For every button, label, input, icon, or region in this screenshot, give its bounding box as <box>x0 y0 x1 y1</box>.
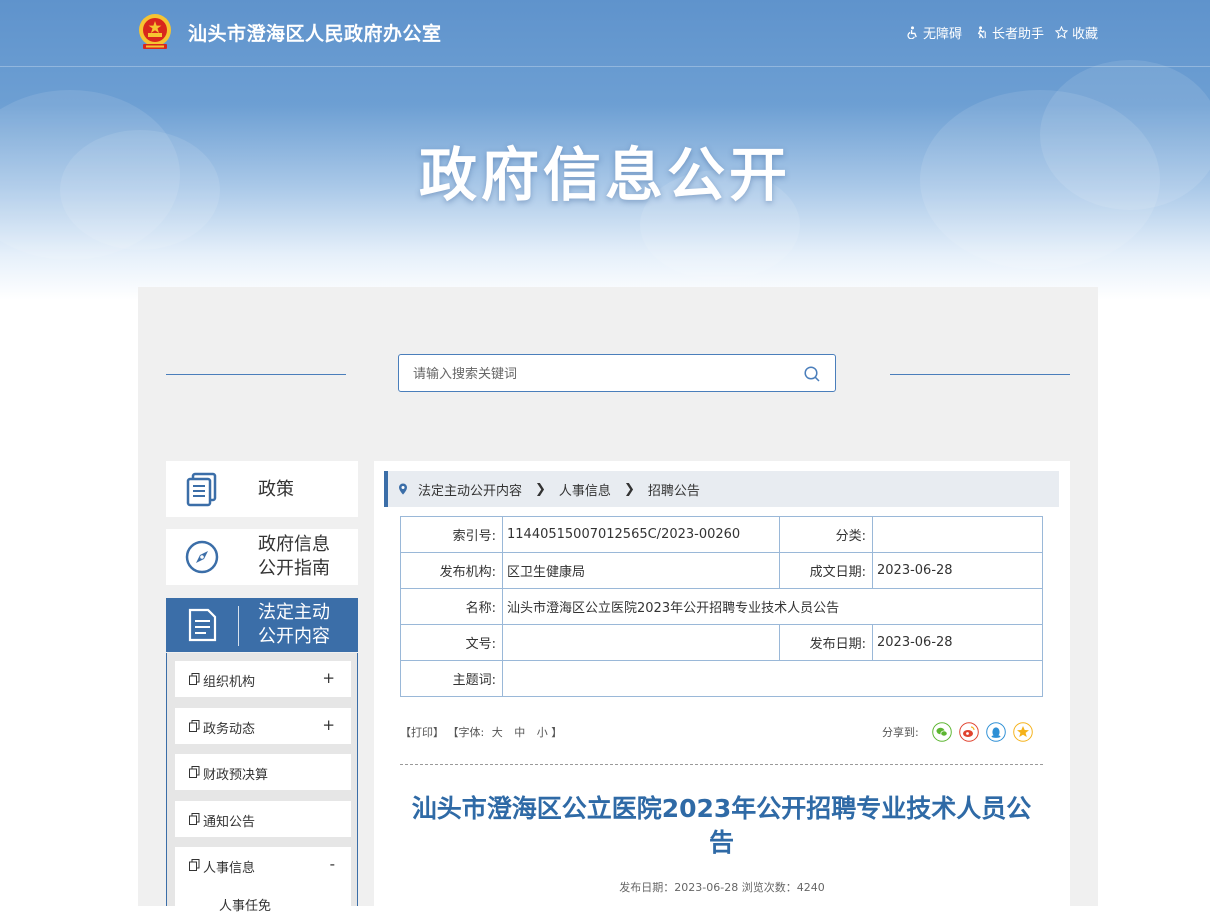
share-bar: 分享到: <box>882 722 1033 742</box>
subject-label: 主题词: <box>400 660 503 697</box>
accessibility-icon <box>907 26 917 39</box>
star-icon <box>1055 26 1068 39</box>
document-icon <box>188 608 217 642</box>
name-label: 名称: <box>400 588 503 625</box>
created-date-value: 2023-06-28 <box>872 552 1043 589</box>
article-meta: 发布日期：2023-06-28 浏览次数：4240 <box>619 881 825 894</box>
location-pin-icon <box>399 483 407 495</box>
divider <box>400 764 1043 765</box>
font-size-prefix: 【字体: <box>447 726 485 739</box>
weibo-share-icon[interactable] <box>958 722 979 742</box>
doc-number-value <box>502 624 780 661</box>
table-row: 索引号: 11440515007012565C/2023-00260 分类: <box>400 516 1043 553</box>
subject-value <box>502 660 1043 697</box>
document-metadata-table: 索引号: 11440515007012565C/2023-00260 分类: 发… <box>400 516 1043 697</box>
category-value <box>872 516 1043 553</box>
sidebar-card-label: 政府信息 公开指南 <box>258 534 330 579</box>
sidebar-card-label: 政策 <box>258 479 294 500</box>
sidebar-item-budget[interactable]: 财政预决算 <box>175 754 351 790</box>
font-medium-button[interactable]: 中 <box>514 726 525 739</box>
table-row: 发布机构: 区卫生健康局 成文日期: 2023-06-28 <box>400 552 1043 589</box>
article-tools: 【打印】 【字体: 大 中 小 】 <box>400 724 562 740</box>
file-icon <box>189 720 200 732</box>
sidebar-item-label: 人事信息 <box>203 861 256 876</box>
search-divider-left <box>166 374 346 375</box>
sidebar-card-guide[interactable]: 政府信息 公开指南 <box>166 529 358 585</box>
chevron-right-icon: ❯ <box>623 481 635 497</box>
breadcrumb-item[interactable]: 法定主动公开内容 <box>418 480 522 499</box>
card-separator <box>238 606 239 646</box>
sidebar-card-label: 法定主动 公开内容 <box>258 602 330 647</box>
sidebar-item-notices[interactable]: 通知公告 <box>175 801 351 837</box>
favorite-label: 收藏 <box>1072 27 1099 42</box>
qq-share-icon[interactable] <box>985 722 1006 742</box>
sidebar-card-policy[interactable]: 政策 <box>166 461 358 517</box>
sidebar-item-label: 通知公告 <box>203 815 256 830</box>
search-icon[interactable] <box>803 365 821 383</box>
national-emblem-icon <box>139 14 171 49</box>
category-label: 分类: <box>779 516 873 553</box>
compass-icon <box>185 540 219 574</box>
sidebar-item-label: 组织机构 <box>203 675 256 690</box>
publisher-value: 区卫生健康局 <box>502 552 780 589</box>
index-value: 11440515007012565C/2023-00260 <box>502 516 780 553</box>
elder-icon <box>977 26 986 39</box>
file-icon <box>189 813 200 825</box>
share-label: 分享到: <box>882 726 919 739</box>
font-size-suffix: 】 <box>551 726 563 739</box>
favorite-link[interactable]: 收藏 <box>1055 23 1098 42</box>
table-row: 文号: 发布日期: 2023-06-28 <box>400 624 1043 661</box>
accessibility-link[interactable]: 无障碍 <box>906 23 962 42</box>
table-row: 主题词: <box>400 660 1043 697</box>
font-small-button[interactable]: 小 <box>537 726 548 739</box>
name-value: 汕头市澄海区公立医院2023年公开招聘专业技术人员公告 <box>502 588 1043 625</box>
article-title: 汕头市澄海区公立医院2023年公开招聘专业技术人员公告 <box>411 794 1032 857</box>
search-box <box>398 354 836 393</box>
sidebar-submenu: 组织机构 + 政务动态 + 财政预决算 通知公告 人事信息 - 人事任免 <box>166 653 358 914</box>
sidebar-item-news[interactable]: 政务动态 + <box>175 708 351 744</box>
created-date-label: 成文日期: <box>779 552 873 589</box>
top-bar: 汕头市澄海区人民政府办公室 无障碍 长者助手 收藏 <box>0 0 1210 67</box>
breadcrumb: 法定主动公开内容 ❯ 人事信息 ❯ 招聘公告 <box>384 471 1059 507</box>
accessibility-label: 无障碍 <box>923 27 963 42</box>
elder-assistant-link[interactable]: 长者助手 <box>975 23 1044 42</box>
publish-date-value: 2023-06-28 <box>872 624 1043 661</box>
doc-number-label: 文号: <box>400 624 503 661</box>
search-input[interactable] <box>411 355 795 393</box>
file-icon <box>189 859 200 871</box>
file-icon <box>189 673 200 685</box>
print-button[interactable]: 【打印】 <box>400 726 444 739</box>
site-title[interactable]: 汕头市澄海区人民政府办公室 <box>188 19 442 46</box>
qzone-share-icon[interactable] <box>1012 722 1033 742</box>
publish-date-label: 发布日期: <box>779 624 873 661</box>
sidebar-item-label: 财政预决算 <box>203 768 269 783</box>
sidebar-subitem-appointments[interactable]: 人事任免 <box>219 895 271 914</box>
font-large-button[interactable]: 大 <box>492 726 503 739</box>
breadcrumb-item[interactable]: 招聘公告 <box>648 480 700 499</box>
publisher-label: 发布机构: <box>400 552 503 589</box>
collapse-toggle[interactable]: - <box>330 855 335 873</box>
header-banner: 汕头市澄海区人民政府办公室 无障碍 长者助手 收藏 政府信息公开 <box>0 0 1210 300</box>
file-icon <box>189 766 200 778</box>
sidebar-card-proactive-disclosure[interactable]: 法定主动 公开内容 <box>166 598 358 652</box>
wechat-share-icon[interactable] <box>931 722 952 742</box>
search-divider-right <box>890 374 1070 375</box>
sidebar-item-label: 政务动态 <box>203 722 256 737</box>
expand-toggle[interactable]: + <box>322 716 335 734</box>
sidebar-item-organization[interactable]: 组织机构 + <box>175 661 351 697</box>
table-row: 名称: 汕头市澄海区公立医院2023年公开招聘专业技术人员公告 <box>400 588 1043 625</box>
breadcrumb-item[interactable]: 人事信息 <box>559 480 611 499</box>
chevron-right-icon: ❯ <box>535 481 546 497</box>
hero-title: 政府信息公开 <box>418 141 791 209</box>
content-panel: 法定主动公开内容 ❯ 人事信息 ❯ 招聘公告 索引号: 114405150070… <box>374 461 1070 906</box>
index-label: 索引号: <box>400 516 503 553</box>
book-icon <box>186 472 217 507</box>
expand-toggle[interactable]: + <box>322 669 335 687</box>
elder-assistant-label: 长者助手 <box>992 27 1045 42</box>
main-container: 政策 政府信息 公开指南 法定主动 公开内容 组织机构 + <box>138 287 1098 914</box>
